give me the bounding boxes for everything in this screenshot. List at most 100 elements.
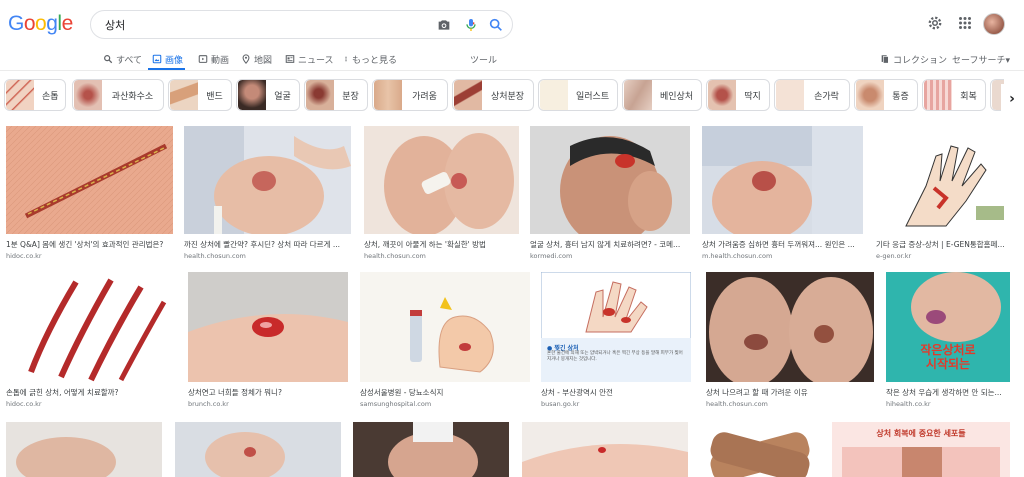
result-thumbnail[interactable] (706, 272, 874, 382)
bookmark-icon (881, 55, 889, 64)
chip-thumbnail (238, 80, 266, 110)
tab-news[interactable]: ニュース (285, 52, 334, 66)
result-thumbnail[interactable]: 작은상처로 시작되는 (886, 272, 1010, 382)
result-caption[interactable]: 까진 상처에 빨간약? 후시딘? 상처 따라 다르게 ... (184, 239, 351, 250)
result-card[interactable]: 상처 가려움증 심하면 흉터 두꺼워져... 원인은 ... m.health.… (702, 126, 863, 260)
collections-link[interactable]: コレクション (880, 52, 947, 66)
safesearch-dropdown[interactable]: セーフサーチ▾ (952, 52, 1010, 66)
result-thumbnail[interactable] (364, 126, 519, 234)
result-card[interactable]: 1분 Q&A] 몸에 생긴 '상처'의 효과적인 관리법은? hidoc.co.… (6, 126, 173, 260)
result-caption[interactable]: 손톱에 긁힌 상처, 어떻게 치료할까? (6, 387, 176, 398)
tab-videos[interactable]: 動画 (198, 52, 229, 66)
chip-label: 가려움 (412, 91, 437, 102)
tab-tools[interactable]: ツール (470, 52, 497, 66)
result-card[interactable]: 얼굴 상처, 흉터 남지 않게 치료하려면? - 코메... kormedi.c… (530, 126, 690, 260)
result-caption[interactable]: 얼굴 상처, 흉터 남지 않게 치료하려면? - 코메... (530, 239, 690, 250)
result-caption[interactable]: 상처연고 너희들 정체가 뭐니? (188, 387, 348, 398)
result-thumbnail[interactable] (522, 422, 688, 477)
result-source: samsunghospital.com (360, 400, 432, 408)
result-card[interactable]: 상처, 깨끗이 아물게 하는 '확실한' 방법 health.chosun.co… (364, 126, 519, 260)
google-logo[interactable]: Google (8, 12, 73, 36)
result-card[interactable] (175, 422, 341, 477)
apps-grid-icon[interactable] (956, 14, 974, 32)
chip-pain[interactable]: 통증 (854, 79, 918, 111)
result-card[interactable]: ● 찢긴 상처 혼한 물건에 의해 또는 압박되거나 혹은 찍긴 부상 등을 말… (541, 272, 691, 408)
chip-label: 손톱 (42, 91, 59, 102)
chip-nail[interactable]: 손톱 (4, 79, 66, 111)
result-source: health.chosun.com (706, 400, 768, 408)
chip-cut-wound[interactable]: 베인상처 (622, 79, 702, 111)
result-thumbnail[interactable] (6, 126, 173, 234)
result-caption[interactable]: 상처 가려움증 심하면 흉터 두꺼워져... 원인은 ... (702, 239, 863, 250)
result-thumbnail[interactable] (360, 272, 530, 382)
result-card[interactable] (6, 422, 162, 477)
result-source: hidoc.co.kr (6, 400, 42, 408)
tab-videos-label: 動画 (211, 55, 230, 66)
chip-illustration[interactable]: 일러스트 (538, 79, 618, 111)
tab-all[interactable]: すべて (103, 52, 142, 66)
tab-maps[interactable]: 地図 (241, 52, 272, 66)
tab-news-label: ニュース (298, 55, 334, 66)
result-caption[interactable]: 상처 나으려고 할 때 가려운 이유 (706, 387, 874, 398)
result-thumbnail[interactable] (702, 126, 863, 234)
microphone-icon[interactable] (463, 17, 479, 33)
result-card[interactable] (700, 422, 820, 477)
chip-thumbnail (708, 80, 736, 110)
tab-images[interactable]: 画像 (152, 52, 183, 66)
chip-hydrogen-peroxide[interactable]: 과산화수소 (72, 79, 164, 111)
chip-itching[interactable]: 가려움 (372, 79, 448, 111)
result-card[interactable]: 상처연고 너희들 정체가 뭐니? brunch.co.kr (188, 272, 348, 408)
chip-recovery[interactable]: 회복 (922, 79, 986, 111)
result-caption[interactable]: 작은 상처 우습게 생각하면 안 되는... (886, 387, 1010, 398)
image-text-title-line2: 시작되는 (925, 356, 971, 371)
result-caption[interactable]: 상처 - 부산광역시 안전 (541, 387, 691, 398)
tab-more-label: もっと見る (352, 55, 398, 66)
result-thumbnail[interactable] (175, 422, 341, 477)
search-icon[interactable] (488, 17, 504, 33)
result-card[interactable]: 작은상처로 시작되는 작은 상처 우습게 생각하면 안 되는... hiheal… (886, 272, 1010, 408)
chip-thumbnail (924, 80, 952, 110)
result-card[interactable]: 상처 회복에 중요한 세포들 (832, 422, 1010, 477)
result-thumbnail[interactable]: ● 찢긴 상처 혼한 물건에 의해 또는 압박되거나 혹은 찍긴 부상 등을 말… (541, 272, 691, 382)
result-card[interactable]: 손톱에 긁힌 상처, 어떻게 치료할까? hidoc.co.kr (6, 272, 176, 408)
result-thumbnail[interactable] (6, 422, 162, 477)
result-source: health.chosun.com (364, 252, 426, 260)
chip-scab[interactable]: 딱지 (706, 79, 770, 111)
gear-icon[interactable] (926, 14, 944, 32)
chip-label: 베인상처 (660, 91, 694, 102)
image-text-title: 작은상처로 시작되는 (888, 343, 1008, 372)
result-thumbnail[interactable] (530, 126, 690, 234)
chip-thumbnail (454, 80, 482, 110)
result-card[interactable]: 삼성서울병원 - 당뇨소식지 samsunghospital.com (360, 272, 530, 408)
tab-more[interactable]: もっと見る (343, 52, 397, 66)
result-card[interactable]: 기타 응급 증상-상처 | E-GEN통합홈페... e-gen.or.kr (876, 126, 1010, 260)
result-caption[interactable]: 삼성서울병원 - 당뇨소식지 (360, 387, 530, 398)
result-thumbnail[interactable] (188, 272, 348, 382)
camera-icon[interactable] (436, 17, 452, 33)
result-thumbnail[interactable] (184, 126, 351, 234)
result-source: e-gen.or.kr (876, 252, 912, 260)
tab-images-label: 画像 (165, 55, 184, 66)
chip-face[interactable]: 얼굴 (236, 79, 300, 111)
result-card[interactable]: 까진 상처에 빨간약? 후시딘? 상처 따라 다르게 ... health.ch… (184, 126, 351, 260)
result-thumbnail[interactable] (6, 272, 176, 382)
result-caption[interactable]: 1분 Q&A] 몸에 생긴 '상처'의 효과적인 관리법은? (6, 239, 173, 250)
result-thumbnail[interactable]: 상처 회복에 중요한 세포들 (832, 422, 1010, 477)
result-card[interactable] (522, 422, 688, 477)
result-card[interactable]: 상처 나으려고 할 때 가려운 이유 health.chosun.com (706, 272, 874, 408)
search-box[interactable]: 상처 (90, 10, 513, 39)
result-thumbnail[interactable] (700, 422, 820, 477)
avatar[interactable] (983, 13, 1005, 35)
result-card[interactable] (353, 422, 509, 477)
tab-all-label: すべて (116, 55, 143, 66)
chip-finger[interactable]: 손가락 (774, 79, 850, 111)
result-caption[interactable]: 상처, 깨끗이 아물게 하는 '확실한' 방법 (364, 239, 519, 250)
chip-bandage[interactable]: 밴드 (168, 79, 232, 111)
chip-makeup[interactable]: 분장 (304, 79, 368, 111)
chip-wound-makeup[interactable]: 상처분장 (452, 79, 534, 111)
result-thumbnail[interactable] (353, 422, 509, 477)
chevron-right-icon[interactable]: › (1001, 84, 1023, 114)
result-caption[interactable]: 기타 응급 증상-상처 | E-GEN통합홈페... (876, 239, 1010, 250)
result-thumbnail[interactable] (876, 126, 1010, 234)
search-input[interactable]: 상처 (105, 17, 125, 33)
